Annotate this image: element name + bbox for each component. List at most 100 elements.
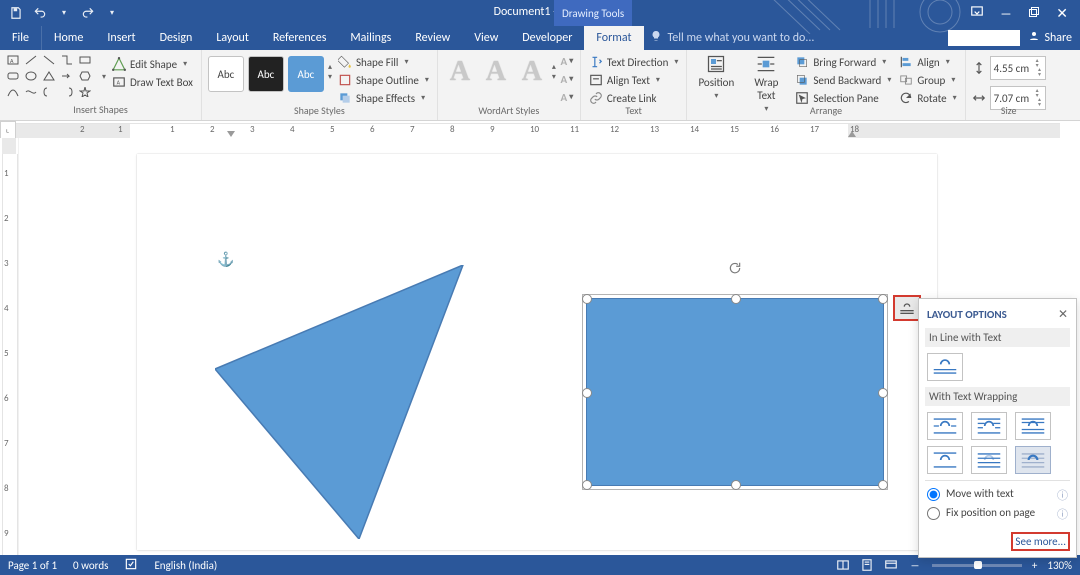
see-more-link[interactable]: See more... (1011, 532, 1070, 551)
tab-layout[interactable]: Layout (204, 26, 261, 50)
shape-brace2-icon[interactable] (60, 86, 74, 98)
tab-selector-icon[interactable]: ˪ (0, 121, 16, 139)
shape-outline-button[interactable]: Shape Outline (336, 72, 431, 88)
handle-s[interactable] (731, 480, 741, 490)
text-effects-button[interactable]: A (560, 90, 574, 104)
edit-shape-button[interactable]: Edit Shape (110, 56, 195, 72)
wrap-tight-option[interactable] (971, 412, 1007, 440)
tab-format[interactable]: Format (584, 26, 643, 50)
status-zoom[interactable]: 130% (1047, 559, 1072, 572)
handle-sw[interactable] (582, 480, 592, 490)
close-icon[interactable]: ✕ (1056, 5, 1068, 22)
save-icon[interactable] (8, 5, 24, 21)
indent-marker-left[interactable] (227, 131, 235, 137)
info-icon-1[interactable]: ⓘ (1057, 487, 1068, 503)
tab-developer[interactable]: Developer (510, 26, 584, 50)
handle-e[interactable] (878, 388, 888, 398)
position-button[interactable]: Position (693, 52, 739, 103)
shape-triangle-icon[interactable] (42, 70, 56, 82)
wordart-thumb-2[interactable]: A (480, 56, 512, 88)
wrap-behind-option[interactable] (971, 446, 1007, 474)
layout-options-button[interactable] (893, 295, 921, 321)
recording-box[interactable] (948, 30, 1020, 46)
shape-hex-icon[interactable] (78, 70, 92, 82)
align-text-button[interactable]: Align Text (587, 72, 681, 88)
shape-line-icon[interactable] (24, 54, 38, 66)
style-thumb-3[interactable]: Abc (288, 56, 324, 92)
wrap-inline-option[interactable] (927, 353, 963, 381)
tab-view[interactable]: View (462, 26, 510, 50)
height-input[interactable]: 4.55 cm ▴▾ (990, 56, 1046, 80)
view-web-icon[interactable] (884, 558, 898, 572)
shape-style-gallery[interactable]: Abc Abc Abc (208, 52, 324, 92)
tab-insert[interactable]: Insert (95, 26, 147, 50)
close-flyout-button[interactable]: ✕ (1058, 307, 1068, 322)
wordart-thumb-1[interactable]: A (444, 56, 476, 88)
text-direction-button[interactable]: Text Direction (587, 54, 681, 70)
ribbon-options-icon[interactable] (970, 4, 984, 22)
wrap-infront-option[interactable] (1015, 446, 1051, 474)
shape-curve-icon[interactable] (6, 86, 20, 98)
tab-references[interactable]: References (261, 26, 339, 50)
tab-design[interactable]: Design (148, 26, 205, 50)
undo-dropdown-icon[interactable]: ▾ (56, 5, 72, 21)
status-spellcheck-icon[interactable] (124, 557, 138, 574)
view-print-icon[interactable] (860, 558, 874, 572)
rotate-handle[interactable] (728, 261, 742, 275)
minimize-icon[interactable]: ― (1000, 5, 1013, 22)
group-button[interactable]: Group (897, 72, 958, 88)
shape-free-icon[interactable] (24, 86, 38, 98)
shape-rectangle-selected[interactable] (586, 298, 884, 486)
shapes-more-icon[interactable] (100, 72, 106, 82)
style-thumb-2[interactable]: Abc (248, 56, 284, 92)
bring-forward-button[interactable]: Bring Forward (793, 54, 893, 70)
qat-more-icon[interactable]: ▾ (104, 5, 120, 21)
shape-textbox-icon[interactable]: A (6, 54, 20, 66)
info-icon-2[interactable]: ⓘ (1057, 506, 1068, 522)
shape-arrow-icon[interactable] (60, 70, 74, 82)
shape-star-icon[interactable] (78, 86, 92, 98)
shape-brace-icon[interactable] (42, 86, 56, 98)
send-backward-button[interactable]: Send Backward (793, 72, 893, 88)
handle-se[interactable] (878, 480, 888, 490)
draw-text-box-button[interactable]: A Draw Text Box (110, 74, 195, 90)
wrap-square-option[interactable] (927, 412, 963, 440)
tab-file[interactable]: File (0, 26, 42, 50)
share-button[interactable]: Share (1028, 30, 1072, 46)
wordart-thumb-3[interactable]: A (516, 56, 548, 88)
move-with-text-radio[interactable]: Move with text ⓘ (927, 487, 1068, 503)
shape-fill-button[interactable]: Shape Fill (336, 54, 431, 70)
tab-home[interactable]: Home (42, 26, 95, 50)
shape-circle-icon[interactable] (24, 70, 38, 82)
fix-position-radio[interactable]: Fix position on page ⓘ (927, 506, 1068, 522)
status-words[interactable]: 0 words (73, 559, 108, 572)
handle-w[interactable] (582, 388, 592, 398)
wrap-topbottom-option[interactable] (927, 446, 963, 474)
tab-mailings[interactable]: Mailings (338, 26, 403, 50)
indent-marker-right[interactable] (848, 131, 856, 137)
undo-icon[interactable] (32, 5, 48, 21)
text-outline-button[interactable]: A (560, 72, 574, 86)
ruler-vertical[interactable]: 123456789 (0, 138, 19, 555)
restore-icon[interactable] (1028, 5, 1040, 22)
shape-line2-icon[interactable] (42, 54, 56, 66)
status-language[interactable]: English (India) (154, 559, 217, 572)
handle-ne[interactable] (878, 294, 888, 304)
handle-nw[interactable] (582, 294, 592, 304)
shape-rrect-icon[interactable] (6, 70, 20, 82)
shape-rect-icon[interactable] (78, 54, 92, 66)
tell-me-search[interactable]: Tell me what you want to do... (650, 30, 815, 46)
zoom-slider[interactable] (932, 564, 1022, 567)
text-fill-button[interactable]: A (560, 54, 574, 68)
tab-review[interactable]: Review (403, 26, 462, 50)
redo-icon[interactable] (80, 5, 96, 21)
handle-n[interactable] (731, 294, 741, 304)
style-thumb-1[interactable]: Abc (208, 56, 244, 92)
wrap-through-option[interactable] (1015, 412, 1051, 440)
align-button[interactable]: Align (897, 54, 958, 70)
shape-connector-icon[interactable] (60, 54, 74, 66)
bring-forward-icon (795, 55, 809, 69)
status-page[interactable]: Page 1 of 1 (8, 559, 57, 572)
view-read-icon[interactable] (836, 558, 850, 572)
shapes-gallery[interactable]: A (6, 52, 96, 98)
